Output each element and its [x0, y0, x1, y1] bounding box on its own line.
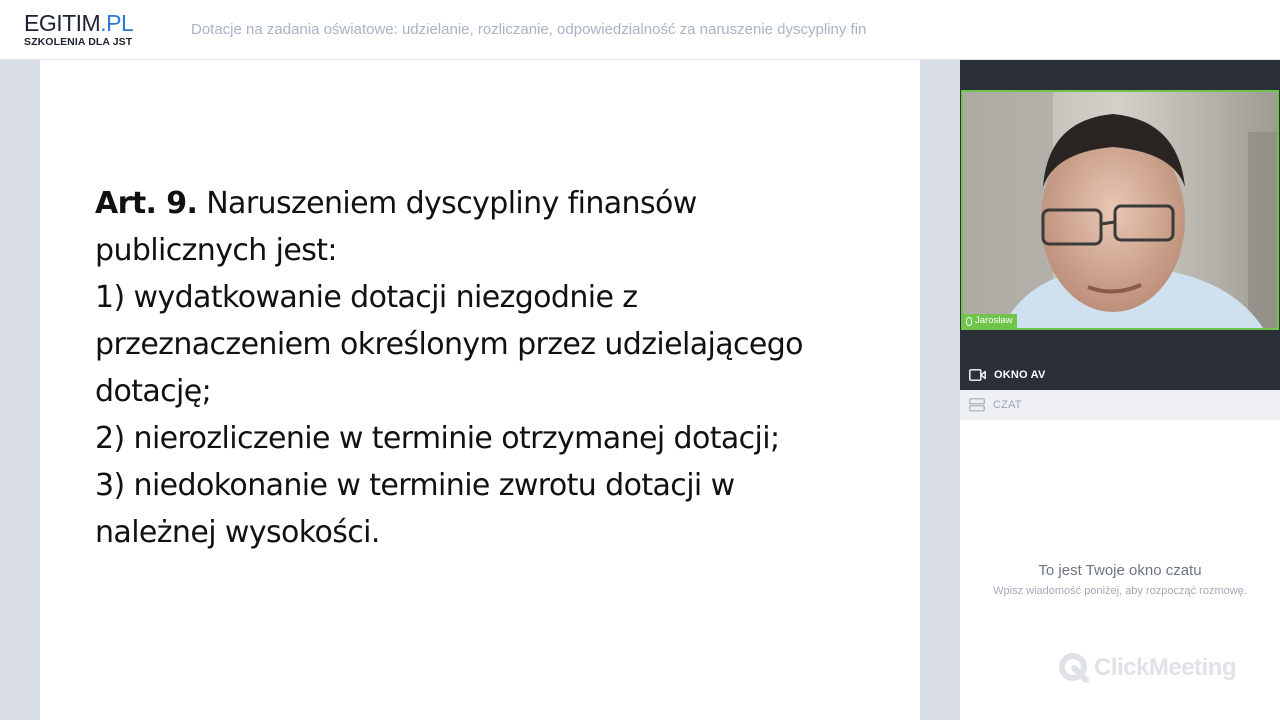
- slide-line: należnej wysokości.: [95, 515, 380, 550]
- video-area: Jarosław: [960, 60, 1280, 360]
- slide-text: Art. 9. Naruszeniem dyscypliny finansów …: [95, 180, 895, 556]
- clickmeeting-wordmark: ClickMeeting: [1094, 654, 1237, 681]
- slide-line: przeznaczeniem określonym przez udzielaj…: [95, 327, 804, 362]
- slide-line: 2) nierozliczenie w terminie otrzymanej …: [95, 421, 780, 456]
- article-label: Art. 9.: [95, 186, 198, 221]
- clickmeeting-logo: ClickMeeting: [1058, 652, 1237, 684]
- slide-line: 3) niedokonanie w terminie zwrotu dotacj…: [95, 468, 735, 503]
- av-window-label: OKNO AV: [994, 369, 1046, 381]
- participant-video[interactable]: Jarosław: [961, 90, 1279, 330]
- presentation-stage: Art. 9. Naruszeniem dyscypliny finansów …: [0, 60, 960, 720]
- right-panel: Jarosław OKNO AV CZAT To jest Twoje okno…: [960, 60, 1280, 720]
- chat-empty-subtitle: Wpisz wiadomość poniżej, aby rozpocząć r…: [993, 585, 1247, 597]
- logo-tagline: SZKOLENIA DLA JST: [24, 36, 133, 48]
- chat-label: CZAT: [993, 399, 1022, 411]
- slide-line: dotację;: [95, 374, 212, 409]
- egitim-logo[interactable]: EGITIM.PL SZKOLENIA DLA JST: [24, 11, 154, 51]
- clickmeeting-logo-icon: [1059, 653, 1089, 683]
- chat-tab[interactable]: CZAT: [960, 390, 1280, 420]
- logo-wordmark: EGITIM.PL: [24, 10, 134, 36]
- video-camera-icon: [969, 369, 986, 381]
- presentation-slide: Art. 9. Naruszeniem dyscypliny finansów …: [40, 60, 920, 720]
- webcam-feed-image: [963, 92, 1277, 328]
- av-window-tab[interactable]: OKNO AV: [960, 360, 1280, 390]
- microphone-icon: [966, 316, 972, 326]
- participant-name-tag: Jarosław: [963, 314, 1017, 328]
- slide-line-1: Art. 9. Naruszeniem dyscypliny finansów: [95, 186, 697, 221]
- top-header: EGITIM.PL SZKOLENIA DLA JST Dotacje na z…: [0, 0, 1280, 60]
- session-title: Dotacje na zadania oświatowe: udzielanie…: [191, 21, 867, 38]
- slide-line: 1) wydatkowanie dotacji niezgodnie z: [95, 280, 638, 315]
- slide-line: publicznych jest:: [95, 233, 338, 268]
- chat-window: To jest Twoje okno czatu Wpisz wiadomość…: [960, 420, 1280, 720]
- chat-empty-title: To jest Twoje okno czatu: [1038, 562, 1202, 579]
- chat-icon: [969, 398, 985, 412]
